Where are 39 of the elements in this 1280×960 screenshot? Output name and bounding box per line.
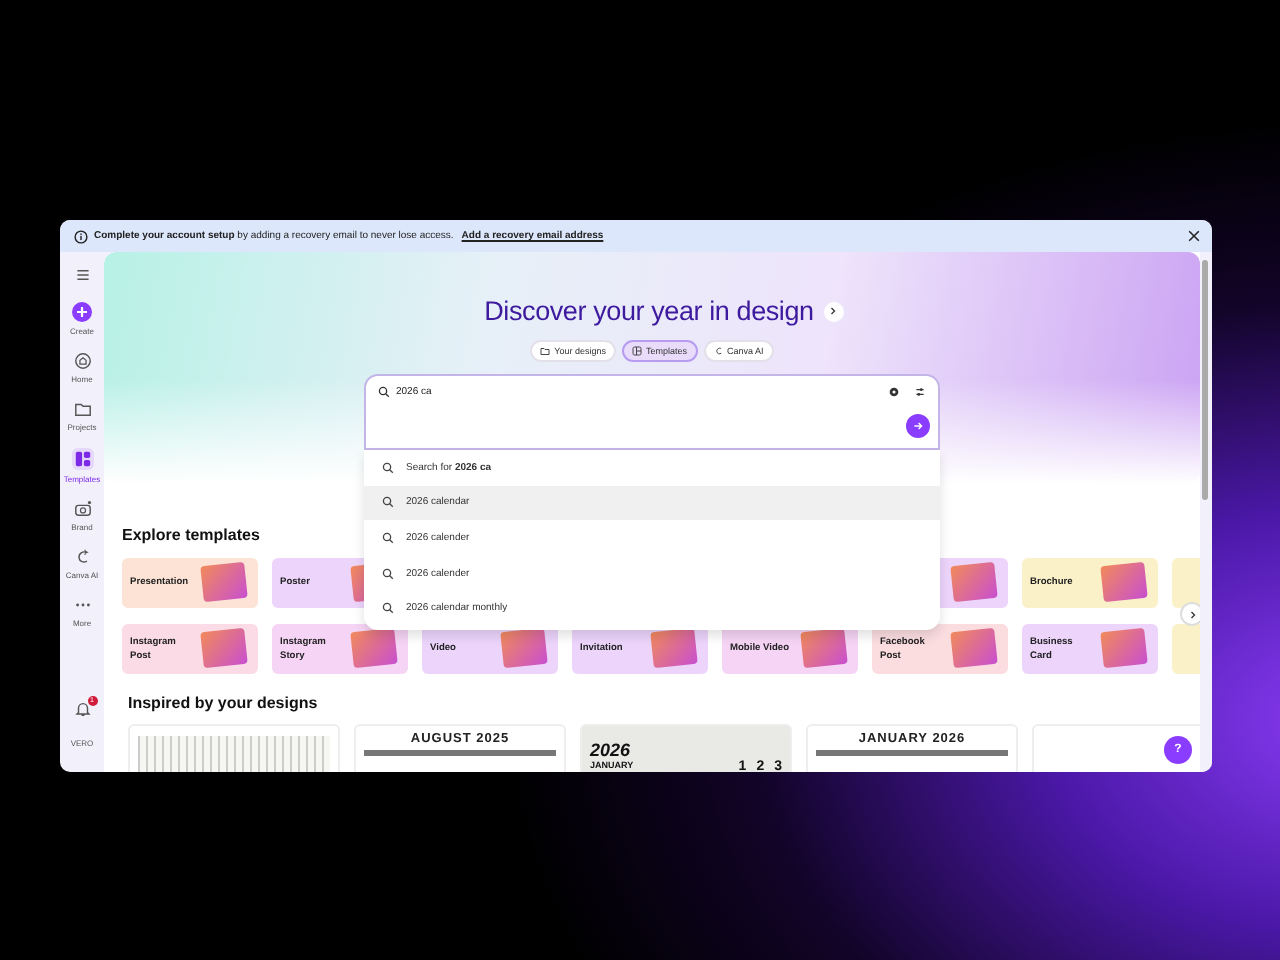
hero-title: Discover your year in design bbox=[484, 296, 814, 326]
thumbnail-drawing bbox=[950, 627, 998, 669]
brand-icon bbox=[73, 500, 91, 518]
section-title: Inspired by your designs bbox=[126, 694, 318, 714]
templates-icon bbox=[632, 346, 643, 356]
next-button[interactable] bbox=[823, 301, 844, 321]
search-icon bbox=[382, 602, 394, 615]
chevron-icon bbox=[828, 306, 839, 316]
menu-icon[interactable] bbox=[75, 268, 89, 282]
thumbnail-drawing bbox=[1100, 627, 1148, 669]
thumbnail-drawing bbox=[200, 627, 248, 669]
chevron-icon bbox=[1187, 609, 1197, 619]
thumbnail-drawing bbox=[500, 627, 548, 669]
thumbnail-drawing bbox=[1100, 561, 1148, 603]
home-icon bbox=[73, 352, 91, 370]
folder-icon bbox=[540, 346, 551, 356]
thumbnail-drawing bbox=[800, 627, 848, 669]
bell-icon bbox=[73, 700, 91, 718]
search-icon bbox=[382, 531, 394, 544]
search-icon bbox=[382, 496, 394, 509]
sliders-icon[interactable] bbox=[914, 386, 926, 398]
section-title: Explore templates bbox=[122, 526, 260, 546]
plus-icon bbox=[72, 302, 92, 322]
arrow-right-icon bbox=[912, 420, 924, 432]
close-icon[interactable] bbox=[1188, 230, 1200, 242]
search-icon bbox=[382, 461, 394, 474]
folder-icon bbox=[73, 400, 91, 418]
thumbnail-drawing bbox=[350, 627, 398, 669]
settings-icon[interactable] bbox=[888, 386, 900, 398]
templates-icon bbox=[71, 448, 93, 470]
search-icon bbox=[382, 567, 394, 580]
scroll-right-button[interactable] bbox=[1180, 602, 1200, 626]
info-icon bbox=[74, 229, 88, 243]
search-icon bbox=[378, 386, 390, 398]
thumbnail-drawing bbox=[950, 561, 998, 603]
thumbnail-drawing bbox=[200, 561, 248, 603]
calendar-year: 2026 bbox=[590, 742, 633, 760]
thumbnail-drawing bbox=[650, 627, 698, 669]
submit-button[interactable] bbox=[906, 414, 930, 438]
